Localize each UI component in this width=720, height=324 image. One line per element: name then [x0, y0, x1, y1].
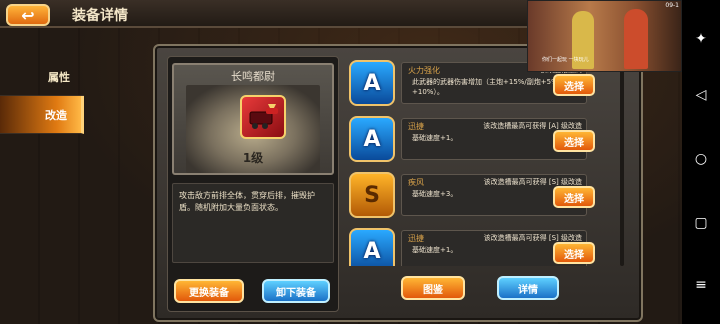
back-arrow-icon: ↩: [21, 5, 35, 25]
mod-row: A 迅捷 该改造槽最高可获得 [A] 级改造 基础速度+1。 选择: [349, 114, 615, 166]
equipment-panel: 长鸣都尉 1级 攻击敌方前排全体，贯穿后排，摧毁护盾。随机附加大量负面状态。 更…: [153, 44, 643, 322]
unequip-button[interactable]: 卸下装备: [262, 279, 330, 303]
select-button[interactable]: 选择: [553, 186, 595, 208]
video-subtitle: 你们一起玩 一块玩儿: [542, 57, 589, 63]
item-description: 攻击敌方前排全体，贯穿后排，摧毁护盾。随机附加大量负面状态。: [172, 183, 334, 263]
scrollbar[interactable]: [620, 62, 624, 266]
menu-icon[interactable]: ≡: [692, 276, 710, 294]
mod-row: A 迅捷 该改造槽最高可获得 [S] 级改造 基础速度+1。 选择: [349, 226, 615, 266]
equipment-info: 长鸣都尉 1级 攻击敌方前排全体，贯穿后排，摧毁护盾。随机附加大量负面状态。 更…: [167, 56, 339, 312]
system-bar: ✦ ◁ ○ ▢ ≡: [682, 0, 720, 324]
mod-row: S 疾风 该改造槽最高可获得 [S] 级改造 基础速度+3。 选择: [349, 170, 615, 222]
replace-equipment-button[interactable]: 更换装备: [174, 279, 244, 303]
item-level: 1级: [242, 151, 264, 165]
mod-name: 疾风: [408, 178, 424, 187]
video-timestamp: 09-1: [665, 2, 679, 9]
grade-a-badge: A: [349, 228, 395, 266]
video-person: [624, 9, 648, 69]
tab-attributes[interactable]: 属性: [0, 58, 84, 96]
grade-a-badge: A: [349, 116, 395, 162]
mod-list[interactable]: A 火力强化 该改造槽最高 此武器的武器伤害增加（主炮+15%/副炮+5%/导弹…: [349, 58, 615, 266]
accessibility-icon[interactable]: ✦: [692, 30, 710, 48]
select-button[interactable]: 选择: [553, 130, 595, 152]
catalog-button[interactable]: 图鉴: [401, 276, 465, 300]
video-overlay[interactable]: 09-1 你们一起玩 一块玩儿: [527, 0, 682, 72]
recents-icon[interactable]: ▢: [692, 214, 710, 232]
side-nav: 属性 改造: [0, 58, 84, 134]
item-display: 1级: [186, 85, 320, 173]
back-button[interactable]: ↩: [6, 4, 50, 26]
back-icon[interactable]: ◁: [692, 86, 710, 104]
mod-name: 迅捷: [408, 122, 424, 131]
weapon-icon[interactable]: [240, 95, 286, 139]
mod-name: 火力强化: [408, 66, 440, 75]
mod-name: 迅捷: [408, 234, 424, 243]
home-icon[interactable]: ○: [692, 150, 710, 168]
tab-modify[interactable]: 改造: [0, 96, 84, 134]
item-name: 长鸣都尉: [231, 70, 275, 83]
detail-button[interactable]: 详情: [497, 276, 559, 300]
grade-a-badge: A: [349, 60, 395, 106]
grade-s-badge: S: [349, 172, 395, 218]
select-button[interactable]: 选择: [553, 242, 595, 264]
item-frame: 长鸣都尉 1级: [172, 63, 334, 175]
select-button[interactable]: 选择: [553, 74, 595, 96]
page-title: 装备详情: [72, 8, 128, 24]
